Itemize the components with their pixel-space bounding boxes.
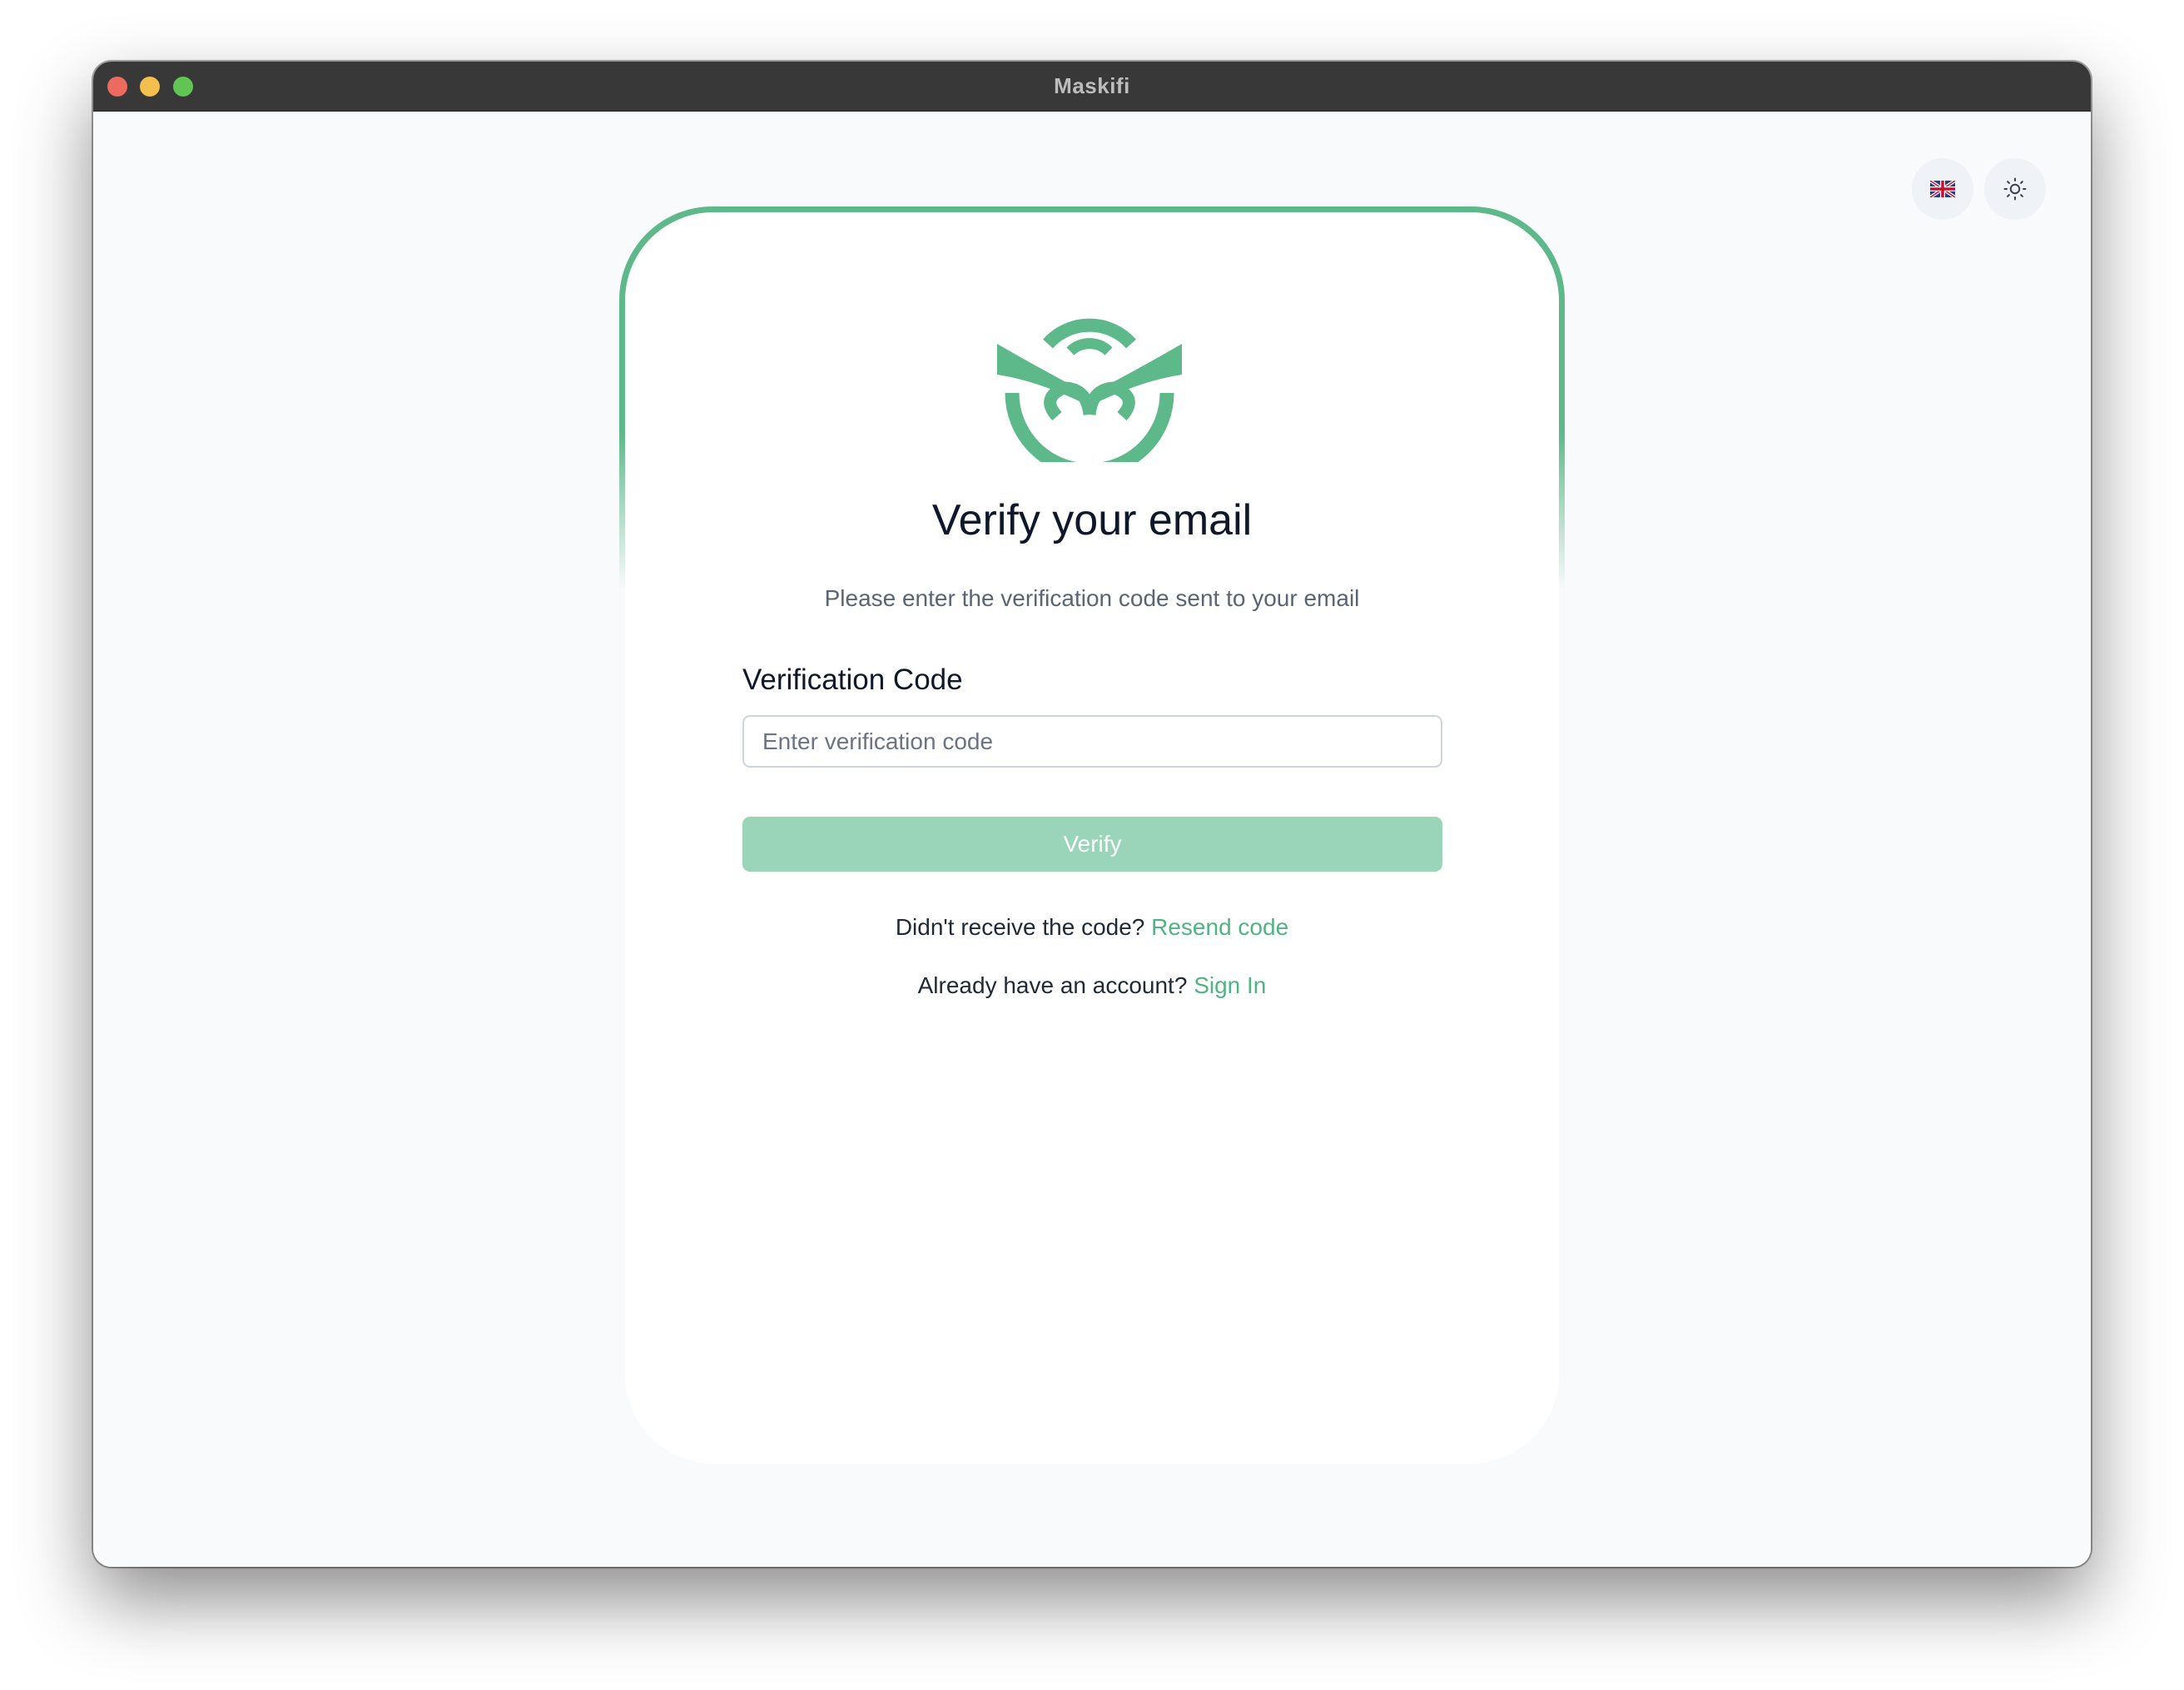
page-title: Verify your email: [931, 496, 1253, 544]
resend-row: Didn't receive the code? Resend code: [625, 914, 1559, 941]
main-content: Verify your email Please enter the verif…: [93, 112, 2091, 1567]
sun-icon: [2003, 177, 2027, 201]
theme-toggle-button[interactable]: [1984, 158, 2046, 220]
maskifi-logo-icon: [997, 318, 1182, 462]
language-button[interactable]: [1912, 158, 1973, 220]
verify-button[interactable]: Verify: [742, 817, 1442, 872]
verify-email-card: Verify your email Please enter the verif…: [625, 212, 1559, 1464]
verification-code-label: Verification Code: [742, 664, 963, 696]
title-bar: Maskifi: [93, 62, 2091, 112]
resend-code-link[interactable]: Resend code: [1151, 914, 1288, 940]
signin-prompt: Already have an account?: [917, 972, 1188, 998]
signin-row: Already have an account? Sign In: [625, 972, 1559, 999]
window-title: Maskifi: [1054, 73, 1130, 98]
app-window: Maskifi Verify your email Please enter t…: [93, 62, 2091, 1567]
uk-flag-icon: [1930, 181, 1955, 197]
page-subtitle: Please enter the verification code sent …: [824, 585, 1360, 611]
sign-in-link[interactable]: Sign In: [1194, 972, 1266, 998]
verification-code-input[interactable]: [742, 715, 1442, 768]
resend-prompt: Didn't receive the code?: [895, 914, 1145, 940]
